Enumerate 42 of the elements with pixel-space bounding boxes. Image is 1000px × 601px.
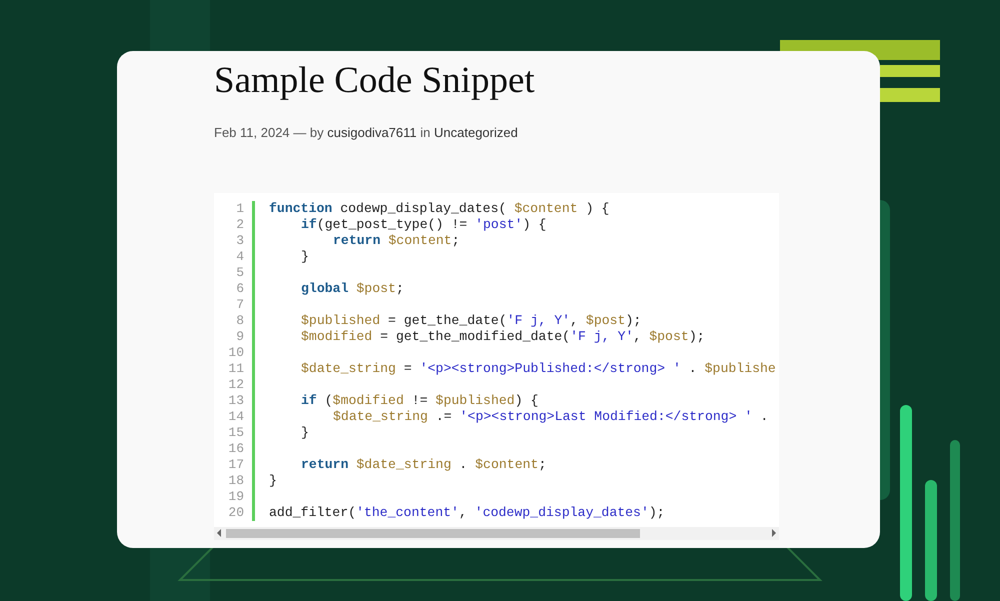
horizontal-scrollbar[interactable] — [214, 526, 779, 540]
line-number: 5 — [236, 264, 244, 280]
scroll-right-icon[interactable] — [771, 529, 777, 537]
code-line: $date_string = '<p><strong>Published:</strong> ' . $publishe — [301, 360, 776, 376]
line-number: 13 — [228, 392, 244, 408]
code-line: $published = get_the_date('F j, Y', $post); — [301, 312, 642, 328]
category-link[interactable]: Uncategorized — [434, 125, 518, 140]
post-meta: Feb 11, 2024 — by cusigodiva7611 in Uncategorized — [214, 124, 518, 142]
scroll-left-icon[interactable] — [216, 529, 222, 537]
author-link[interactable]: cusigodiva7611 — [327, 125, 417, 140]
line-number: 18 — [228, 472, 244, 488]
line-number: 9 — [236, 328, 244, 344]
line-number: 7 — [236, 296, 244, 312]
scrollbar-thumb[interactable] — [226, 528, 640, 538]
line-number: 6 — [236, 280, 244, 296]
line-number: 16 — [228, 440, 244, 456]
line-number: 2 — [236, 216, 244, 232]
code-line: } — [301, 424, 309, 440]
code-line: if(get_post_type() != 'post') { — [301, 216, 546, 232]
line-number: 10 — [228, 344, 244, 360]
code-line: function codewp_display_dates( $content ) { — [269, 200, 610, 216]
line-number: 8 — [236, 312, 244, 328]
line-number: 19 — [228, 488, 244, 504]
code-line: return $date_string . $content; — [301, 456, 546, 472]
code-line: } — [301, 248, 309, 264]
line-number: 1 — [236, 200, 244, 216]
line-number: 15 — [228, 424, 244, 440]
code-line: add_filter('the_content', 'codewp_display_dates'); — [269, 504, 665, 520]
post-title: Sample Code Snippet — [214, 59, 535, 103]
code-line: if ($modified != $published) { — [301, 392, 538, 408]
code-line: $date_string .= '<p><strong>Last Modified:</strong> ' . — [333, 408, 768, 424]
line-number: 4 — [236, 248, 244, 264]
code-line: global $post; — [301, 280, 404, 296]
line-number: 17 — [228, 456, 244, 472]
line-number: 3 — [236, 232, 244, 248]
line-number: 12 — [228, 376, 244, 392]
code-line: return $content; — [333, 232, 460, 248]
line-number: 14 — [228, 408, 244, 424]
line-number: 20 — [228, 504, 244, 520]
code-line: } — [269, 472, 277, 488]
code-line: $modified = get_the_modified_date('F j, Y', $post); — [301, 328, 705, 344]
line-number: 11 — [228, 360, 244, 376]
